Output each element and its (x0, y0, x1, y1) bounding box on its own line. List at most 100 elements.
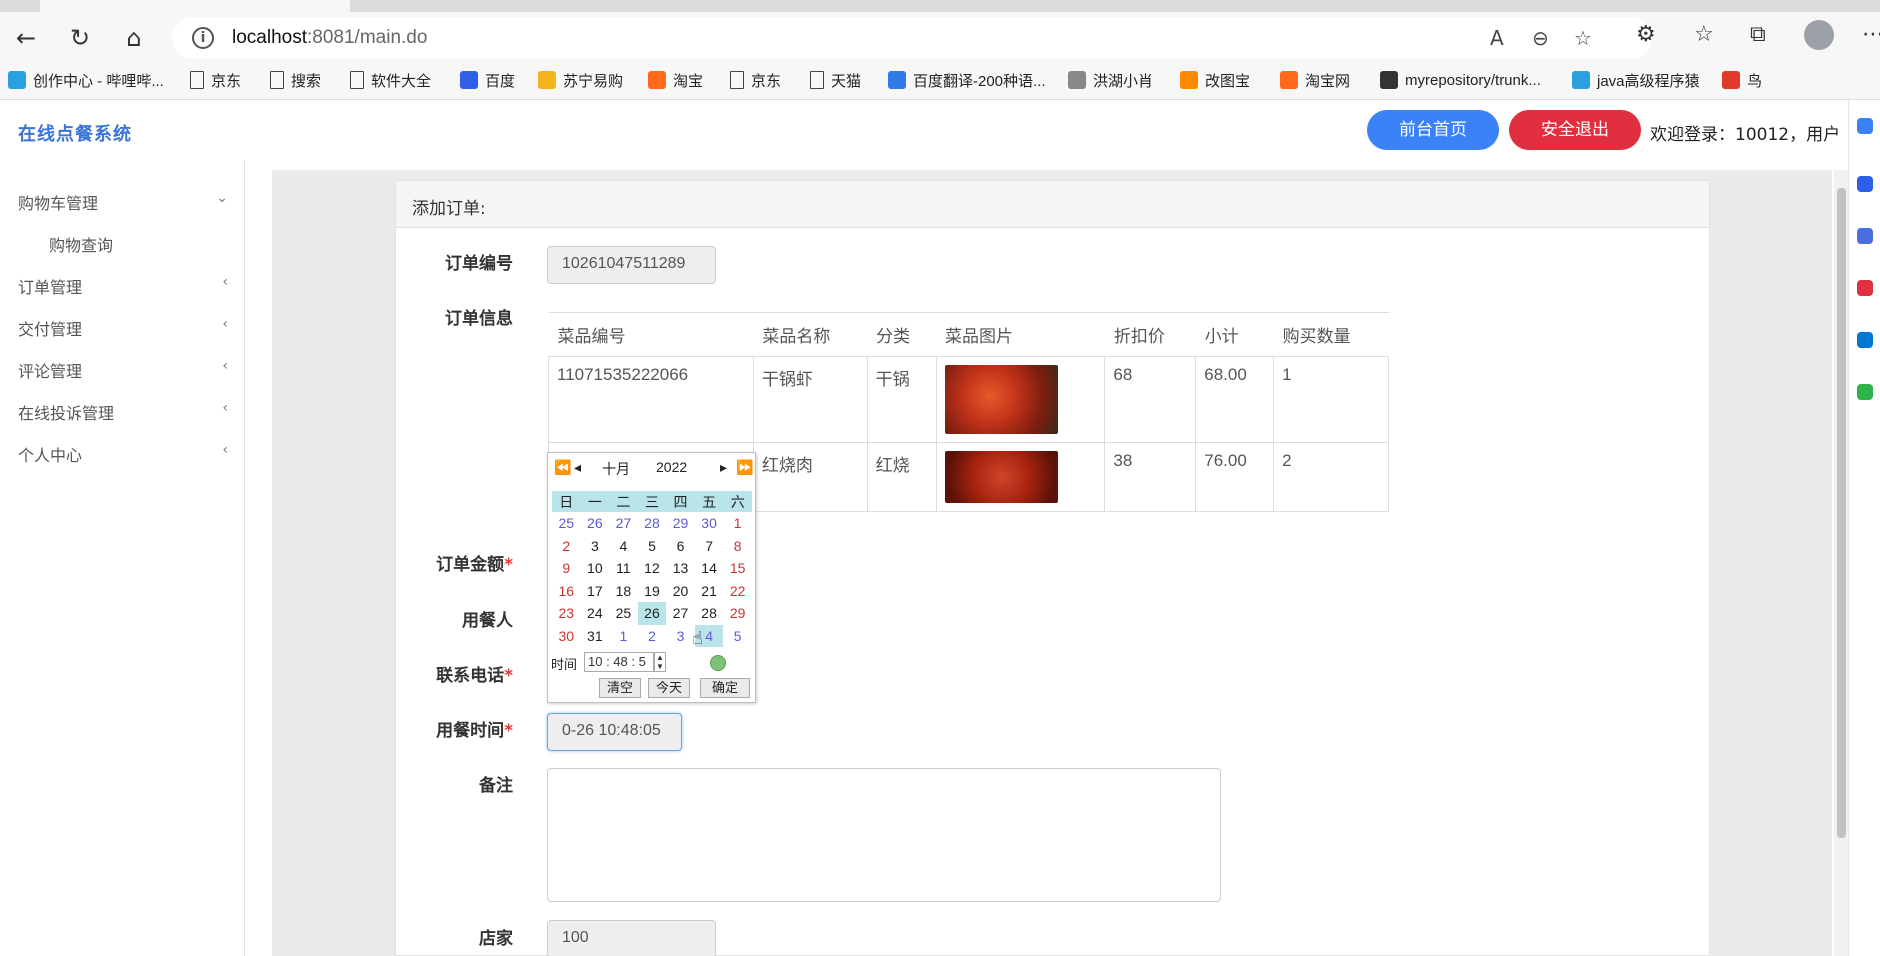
favorites-icon[interactable]: ☆ (1694, 22, 1714, 47)
calendar-day[interactable]: 12 (638, 557, 667, 580)
calendar-day[interactable]: 1 (609, 625, 638, 648)
calendar-day[interactable]: 4 (609, 535, 638, 558)
calendar-day[interactable]: 2 (552, 535, 581, 558)
calendar-day[interactable]: 28 (695, 602, 724, 625)
dining-time-input[interactable]: 0-26 10:48:05 (547, 713, 682, 751)
bookmark-item[interactable]: 苏宁易购 (538, 69, 623, 91)
next-month-icon[interactable]: ▸ (720, 459, 727, 476)
back-icon[interactable]: ← (10, 22, 42, 54)
sidebar-item-profile[interactable]: 个人中心 ‹ (18, 442, 228, 466)
bookmark-item[interactable]: 改图宝 (1180, 69, 1250, 91)
browser-tab[interactable] (40, 0, 350, 12)
collections-icon[interactable]: ⧉ (1750, 22, 1766, 47)
games-sidebar-icon[interactable] (1857, 384, 1873, 400)
next-year-icon[interactable]: ⏩ (736, 459, 753, 476)
time-input[interactable]: 10 : 48 : 5 (584, 652, 654, 672)
calendar-day[interactable]: 7 (695, 535, 724, 558)
calendar-day[interactable]: 6 (666, 535, 695, 558)
calendar-day[interactable]: 18 (609, 580, 638, 603)
read-aloud-icon[interactable]: A (1490, 26, 1504, 50)
calendar-day[interactable]: 25 (609, 602, 638, 625)
bookmark-item[interactable]: 搜索 (270, 69, 321, 91)
month-select[interactable]: 十月 (602, 459, 630, 479)
calendar-day[interactable]: 23 (552, 602, 581, 625)
calendar-day[interactable]: 19 (638, 580, 667, 603)
bookmark-item[interactable]: 天猫 (810, 69, 861, 91)
calendar-day[interactable]: 30 (552, 625, 581, 648)
bookmark-item[interactable]: 淘宝网 (1280, 69, 1350, 91)
calendar-day[interactable]: 14 (695, 557, 724, 580)
calendar-day[interactable]: 29 (666, 512, 695, 535)
bookmark-item[interactable]: 洪湖小肖 (1068, 69, 1153, 91)
office-sidebar-icon[interactable] (1857, 280, 1873, 296)
confirm-button[interactable]: 确定 (700, 678, 750, 698)
people-sidebar-icon[interactable] (1857, 228, 1873, 244)
sidebar-subitem-cart-query[interactable]: 购物查询 (49, 232, 113, 256)
search-sidebar-icon[interactable] (1857, 118, 1873, 134)
calendar-day[interactable]: 5 (723, 625, 752, 648)
sidebar-item-orders[interactable]: 订单管理 ‹ (18, 274, 228, 298)
scrollbar-thumb[interactable] (1837, 188, 1846, 838)
sidebar-item-delivery[interactable]: 交付管理 ‹ (18, 316, 228, 340)
calendar-day[interactable]: 13 (666, 557, 695, 580)
calendar-day[interactable]: 3 (581, 535, 610, 558)
bookmark-item[interactable]: 京东 (730, 69, 781, 91)
page-scrollbar[interactable] (1834, 170, 1848, 956)
extensions-icon[interactable]: ⚙ (1636, 22, 1656, 47)
calendar-day[interactable]: 5 (638, 535, 667, 558)
bookmark-item[interactable]: 创作中心 - 哔哩哔... (8, 69, 164, 91)
calendar-day[interactable]: 29 (723, 602, 752, 625)
calendar-day[interactable]: 3 (666, 625, 695, 648)
calendar-day[interactable]: 24 (581, 602, 610, 625)
prev-month-icon[interactable]: ◂ (574, 459, 581, 476)
add-favorite-icon[interactable]: ☆ (1574, 26, 1592, 50)
calendar-day[interactable]: 20 (666, 580, 695, 603)
calendar-day[interactable]: 1 (723, 512, 752, 535)
outlook-sidebar-icon[interactable] (1857, 332, 1873, 348)
bookmark-item[interactable]: 软件大全 (350, 69, 431, 91)
calendar-day[interactable]: 9 (552, 557, 581, 580)
today-button[interactable]: 今天 (648, 678, 690, 698)
calendar-day[interactable]: 11 (609, 557, 638, 580)
profile-avatar-icon[interactable] (1804, 20, 1834, 50)
calendar-day[interactable]: 28 (638, 512, 667, 535)
calendar-day[interactable]: 27 (609, 512, 638, 535)
calendar-day[interactable]: 30 (695, 512, 724, 535)
calendar-day[interactable]: 8 (723, 535, 752, 558)
site-info-icon[interactable]: i (192, 27, 214, 49)
bookmark-item[interactable]: java高级程序猿 (1572, 69, 1700, 91)
calendar-day[interactable]: 10 (581, 557, 610, 580)
tools-sidebar-icon[interactable] (1857, 176, 1873, 192)
bookmark-item[interactable]: 京东 (190, 69, 241, 91)
calendar-day[interactable]: 26 (581, 512, 610, 535)
calendar-day[interactable]: 26 (637, 602, 667, 625)
order-no-input[interactable]: 10261047511289 (547, 246, 716, 284)
sidebar-item-comments[interactable]: 评论管理 ‹ (18, 358, 228, 382)
calendar-day[interactable]: 25 (552, 512, 581, 535)
clear-button[interactable]: 清空 (599, 678, 641, 698)
more-icon[interactable]: ⋯ (1862, 22, 1880, 47)
calendar-day[interactable]: 17 (581, 580, 610, 603)
calendar-day[interactable]: 22 (723, 580, 752, 603)
address-bar[interactable]: i localhost:8081/main.do A ⊖ ☆ (172, 17, 1652, 59)
calendar-day[interactable]: 21 (695, 580, 724, 603)
bookmark-item[interactable]: 淘宝 (648, 69, 703, 91)
bookmark-item[interactable]: 百度 (460, 69, 515, 91)
calendar-day[interactable]: 27 (666, 602, 695, 625)
reload-icon[interactable]: ↻ (64, 22, 96, 54)
bookmark-item[interactable]: 百度翻译-200种语... (888, 69, 1046, 91)
zoom-out-icon[interactable]: ⊖ (1532, 26, 1549, 50)
bookmark-item[interactable]: 鸟 (1722, 69, 1762, 91)
time-spinner-icon[interactable]: ▲ ▼ (654, 652, 666, 672)
prev-year-icon[interactable]: ⏪ (554, 459, 571, 476)
calendar-day[interactable]: 15 (723, 557, 752, 580)
sidebar-item-cart[interactable]: 购物车管理 ⌄ (18, 190, 228, 214)
logout-button[interactable]: 安全退出 (1509, 110, 1641, 150)
shop-input[interactable]: 100 (547, 920, 716, 956)
remark-textarea[interactable] (547, 768, 1221, 902)
calendar-day[interactable]: 31 (581, 625, 610, 648)
calendar-day[interactable]: 2 (638, 625, 667, 648)
bookmark-item[interactable]: myrepository/trunk... (1380, 69, 1541, 91)
home-icon[interactable]: ⌂ (118, 22, 150, 54)
year-select[interactable]: 2022 (656, 459, 687, 475)
